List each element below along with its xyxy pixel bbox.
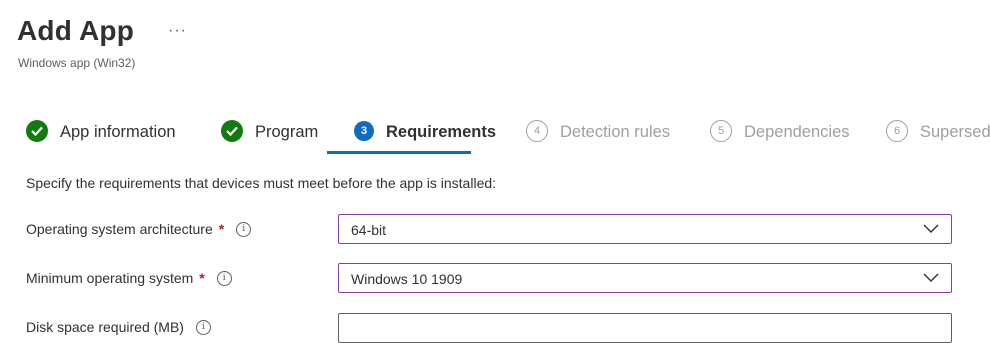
page-subtitle: Windows app (Win32): [18, 56, 136, 70]
chevron-down-icon: [923, 224, 939, 233]
step-number-icon: 6: [886, 120, 908, 142]
checkmark-icon: [26, 120, 48, 142]
step-label: Program: [255, 123, 319, 141]
active-step-underline: [327, 151, 471, 154]
step-label: App information: [60, 123, 176, 141]
field-label-disk-space: Disk space required (MB) i: [26, 319, 211, 335]
field-label-text: Disk space required (MB): [26, 319, 184, 335]
required-mark: *: [218, 221, 225, 237]
minimum-os-dropdown[interactable]: Windows 10 1909: [338, 263, 952, 293]
step-number-icon: 5: [710, 120, 732, 142]
step-label: Dependencies: [744, 123, 850, 141]
step-requirements[interactable]: 3 Requirements: [353, 120, 496, 154]
chevron-down-icon: [923, 273, 939, 282]
field-label-text: Minimum operating system: [26, 270, 194, 286]
dropdown-value: 64-bit: [351, 222, 387, 238]
dropdown-value: Windows 10 1909: [351, 271, 463, 287]
step-detection-rules[interactable]: 4 Detection rules: [526, 120, 670, 154]
required-mark: *: [199, 270, 205, 286]
step-app-information[interactable]: App information: [26, 120, 176, 154]
step-label: Supersed: [920, 123, 990, 141]
field-label-text: Operating system architecture: [26, 221, 213, 237]
form-instruction: Specify the requirements that devices mu…: [26, 175, 497, 191]
info-icon[interactable]: i: [195, 319, 211, 335]
checkmark-icon: [221, 120, 243, 142]
step-number-icon: 3: [354, 121, 374, 141]
more-options-button[interactable]: ···: [168, 22, 187, 40]
field-label-os-architecture: Operating system architecture * i: [26, 221, 252, 237]
step-label: Detection rules: [560, 123, 671, 141]
info-icon[interactable]: i: [216, 270, 232, 286]
field-label-minimum-os: Minimum operating system * i: [26, 270, 232, 286]
page-title: Add App: [17, 15, 134, 46]
disk-space-input[interactable]: [338, 313, 952, 343]
os-architecture-dropdown[interactable]: 64-bit: [338, 214, 952, 244]
step-dependencies[interactable]: 5 Dependencies: [710, 120, 850, 154]
step-supersedence[interactable]: 6 Supersed: [886, 120, 990, 154]
step-program[interactable]: Program: [221, 120, 318, 154]
info-icon[interactable]: i: [236, 221, 252, 237]
step-number-icon: 4: [526, 120, 548, 142]
step-label: Requirements: [386, 123, 497, 141]
